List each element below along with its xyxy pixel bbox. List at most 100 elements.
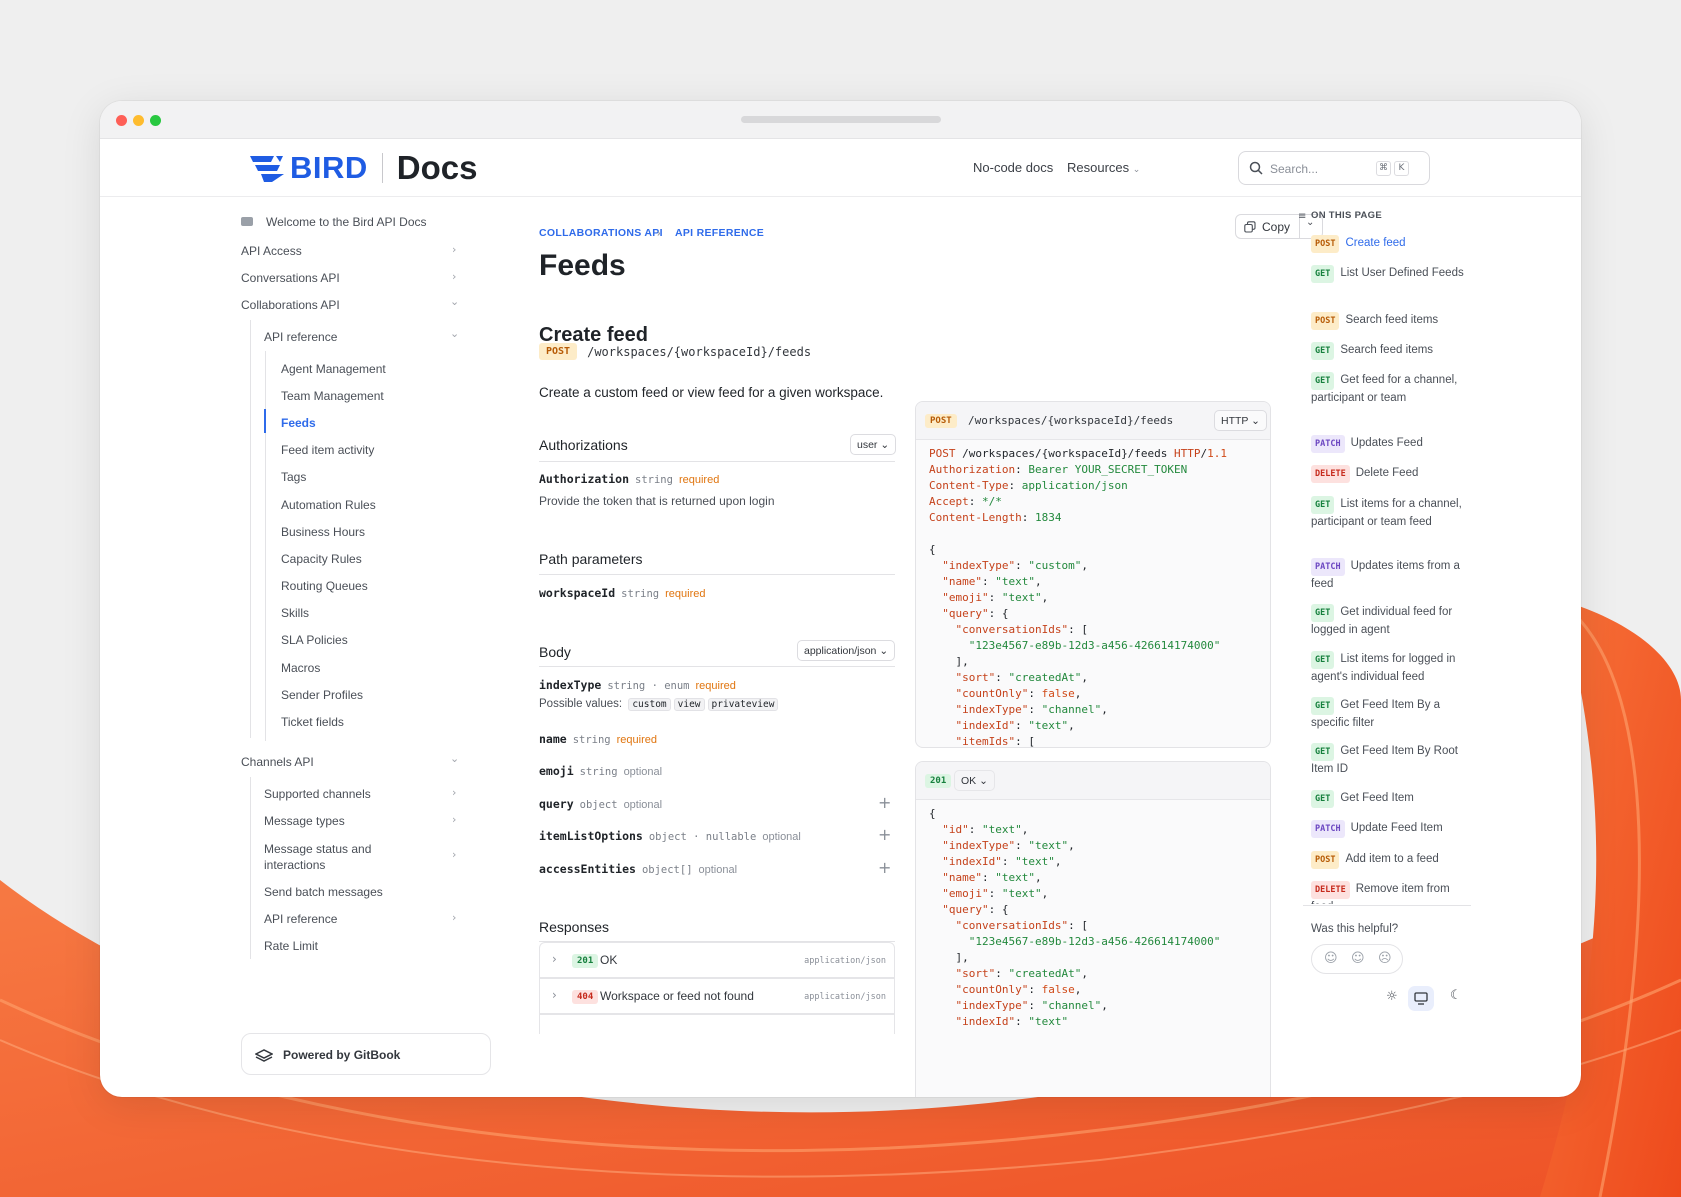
powered-by-label: Powered by GitBook <box>283 1048 401 1062</box>
sidebar-item-ticket-fields[interactable]: Ticket fields <box>281 715 344 729</box>
toc-item[interactable]: PATCH Updates Feed <box>1311 435 1469 453</box>
param-item-list-options[interactable]: itemListOptions object · nullable optional <box>539 829 801 843</box>
content-type-select[interactable]: application/json ⌄ <box>797 640 896 661</box>
toc-item[interactable]: POST Add item to a feed <box>1311 851 1469 869</box>
chevron-down-icon: ⌄ <box>450 752 460 765</box>
sidebar-item-feeds[interactable]: Feeds <box>281 416 316 430</box>
toc-item-label: Add item to a feed <box>1345 853 1439 865</box>
sidebar-item-api-access[interactable]: API Access <box>241 244 302 258</box>
sidebar-item-rate-limit[interactable]: Rate Limit <box>264 939 318 953</box>
sidebar-item-message-types[interactable]: Message types <box>264 814 345 828</box>
sidebar-item-capacity-rules[interactable]: Capacity Rules <box>281 552 362 566</box>
breadcrumb-collaborations-api[interactable]: COLLABORATIONS API <box>539 227 663 239</box>
request-code: POST /workspaces/{workspaceId}/feeds HTT… <box>929 447 1228 748</box>
nav-resources[interactable]: Resources ⌄ <box>1067 160 1140 175</box>
sidebar-item-automation-rules[interactable]: Automation Rules <box>281 498 376 512</box>
nav-no-code-docs[interactable]: No-code docs <box>973 160 1053 175</box>
toc-item[interactable]: GET Get Feed Item By Root Item ID <box>1311 743 1469 777</box>
request-path: /workspaces/{workspaceId}/feeds <box>968 414 1174 427</box>
monitor-icon <box>1414 992 1428 1005</box>
happy-face-icon[interactable]: ☺ <box>1324 951 1338 966</box>
copy-page-button[interactable]: Copy ⌄ <box>1235 214 1323 239</box>
sidebar-item-tags[interactable]: Tags <box>281 470 306 484</box>
sidebar-item-team-management[interactable]: Team Management <box>281 389 384 403</box>
param-optional: optional <box>698 864 738 876</box>
search-icon <box>1249 161 1263 175</box>
top-navigation: BIRD Docs No-code docs Resources ⌄ Searc… <box>100 139 1581 197</box>
sidebar-item-sla-policies[interactable]: SLA Policies <box>281 633 348 647</box>
toc-item[interactable]: GET Get individual feed for logged in age… <box>1311 604 1469 638</box>
sad-face-icon[interactable]: ☹ <box>1378 951 1392 966</box>
toc-item[interactable]: POST Search feed items <box>1311 312 1469 330</box>
sidebar-item-send-batch-messages[interactable]: Send batch messages <box>264 885 383 899</box>
sidebar-item-message-status[interactable]: Message status and interactions <box>264 841 374 873</box>
sidebar-item-collaborations-api[interactable]: Collaborations API <box>241 298 340 312</box>
neutral-face-icon[interactable]: ☺ <box>1351 951 1365 966</box>
powered-by-gitbook[interactable]: Powered by GitBook <box>241 1033 491 1075</box>
possible-values: Possible values: custom view privateview <box>539 698 779 711</box>
toc-item[interactable]: PATCH Update Feed Item <box>1311 820 1469 838</box>
param-access-entities[interactable]: accessEntities object[] optional <box>539 862 737 876</box>
expand-plus-icon[interactable]: + <box>878 858 891 877</box>
expand-plus-icon[interactable]: + <box>878 793 891 812</box>
chevron-down-icon: ⌄ <box>879 645 889 657</box>
toc-item[interactable]: POST Create feed <box>1311 235 1469 253</box>
sidebar-item-business-hours[interactable]: Business Hours <box>281 525 365 539</box>
param-type: string <box>635 474 673 486</box>
toc-item[interactable]: GET List User Defined Feeds <box>1311 265 1469 283</box>
toc-item[interactable]: PATCH Updates items from a feed <box>1311 558 1469 592</box>
monitor-icon <box>241 217 253 226</box>
browser-window: BIRD Docs No-code docs Resources ⌄ Searc… <box>100 101 1581 1097</box>
logo-divider <box>381 153 383 183</box>
minimize-window-button[interactable] <box>133 115 144 126</box>
toc-item[interactable]: DELETERemove item from feed <box>1311 881 1469 904</box>
sidebar-item-macros[interactable]: Macros <box>281 661 320 675</box>
request-example-panel: POST /workspaces/{workspaceId}/feeds HTT… <box>915 401 1271 748</box>
value-pill: privateview <box>707 698 779 711</box>
sidebar-item-sender-profiles[interactable]: Sender Profiles <box>281 688 363 702</box>
toc-item[interactable]: DELETE Delete Feed <box>1311 465 1469 483</box>
sidebar-item-agent-management[interactable]: Agent Management <box>281 362 386 376</box>
param-query[interactable]: query object optional <box>539 797 662 811</box>
sidebar-item-channels-api-reference[interactable]: API reference <box>264 912 337 926</box>
light-mode-sun-icon[interactable]: ☼ <box>1386 989 1398 1004</box>
response-row-404[interactable]: › 404 Workspace or feed not found applic… <box>539 978 895 1014</box>
toc-item[interactable]: GET List items for logged in agent's indi… <box>1311 651 1469 685</box>
window-titlebar <box>100 101 1581 139</box>
sidebar-item-feed-item-activity[interactable]: Feed item activity <box>281 443 374 457</box>
sidebar-item-conversations-api[interactable]: Conversations API <box>241 271 340 285</box>
sidebar-item-welcome[interactable]: Welcome to the Bird API Docs <box>266 215 427 229</box>
sidebar-item-supported-channels[interactable]: Supported channels <box>264 787 371 801</box>
expand-plus-icon[interactable]: + <box>878 825 891 844</box>
toc-method-badge: PATCH <box>1311 435 1345 453</box>
copy-icon <box>1244 221 1256 233</box>
search-input[interactable]: Search... ⌘ K <box>1238 151 1430 185</box>
toc-item[interactable]: GET Get Feed Item <box>1311 790 1469 808</box>
sidebar-item-api-reference[interactable]: API reference <box>264 330 337 344</box>
param-required: required <box>665 588 706 600</box>
bird-logo[interactable]: BIRD Docs <box>250 149 477 186</box>
address-bar[interactable] <box>741 116 941 123</box>
response-row-201[interactable]: › 201 OK application/json <box>539 942 895 978</box>
auth-scheme-select[interactable]: user ⌄ <box>850 434 897 455</box>
sidebar-item-channels-api[interactable]: Channels API <box>241 755 314 769</box>
close-window-button[interactable] <box>116 115 127 126</box>
sidebar-item-routing-queues[interactable]: Routing Queues <box>281 579 368 593</box>
toc-item[interactable]: GET Get feed for a channel, participant o… <box>1311 372 1469 406</box>
toc-item[interactable]: GET List items for a channel, participant… <box>1311 496 1469 530</box>
shortcut-cmd-key: ⌘ <box>1376 161 1391 176</box>
body-heading: Body <box>539 644 571 660</box>
system-mode-button[interactable] <box>1408 986 1434 1011</box>
breadcrumb-api-reference[interactable]: API REFERENCE <box>675 227 764 239</box>
response-status-select[interactable]: OK ⌄ <box>954 770 995 791</box>
zoom-window-button[interactable] <box>150 115 161 126</box>
param-name: accessEntities <box>539 862 636 876</box>
dark-mode-moon-icon[interactable]: ☾ <box>1450 988 1462 1003</box>
param-type: string <box>579 766 618 778</box>
toc-item[interactable]: GET Search feed items <box>1311 342 1469 360</box>
request-format-select[interactable]: HTTP ⌄ <box>1214 410 1267 431</box>
param-required: required <box>678 474 720 486</box>
sidebar-item-skills[interactable]: Skills <box>281 606 309 620</box>
auth-scheme-value: user <box>857 439 878 451</box>
toc-item[interactable]: GET Get Feed Item By a specific filter <box>1311 697 1469 731</box>
